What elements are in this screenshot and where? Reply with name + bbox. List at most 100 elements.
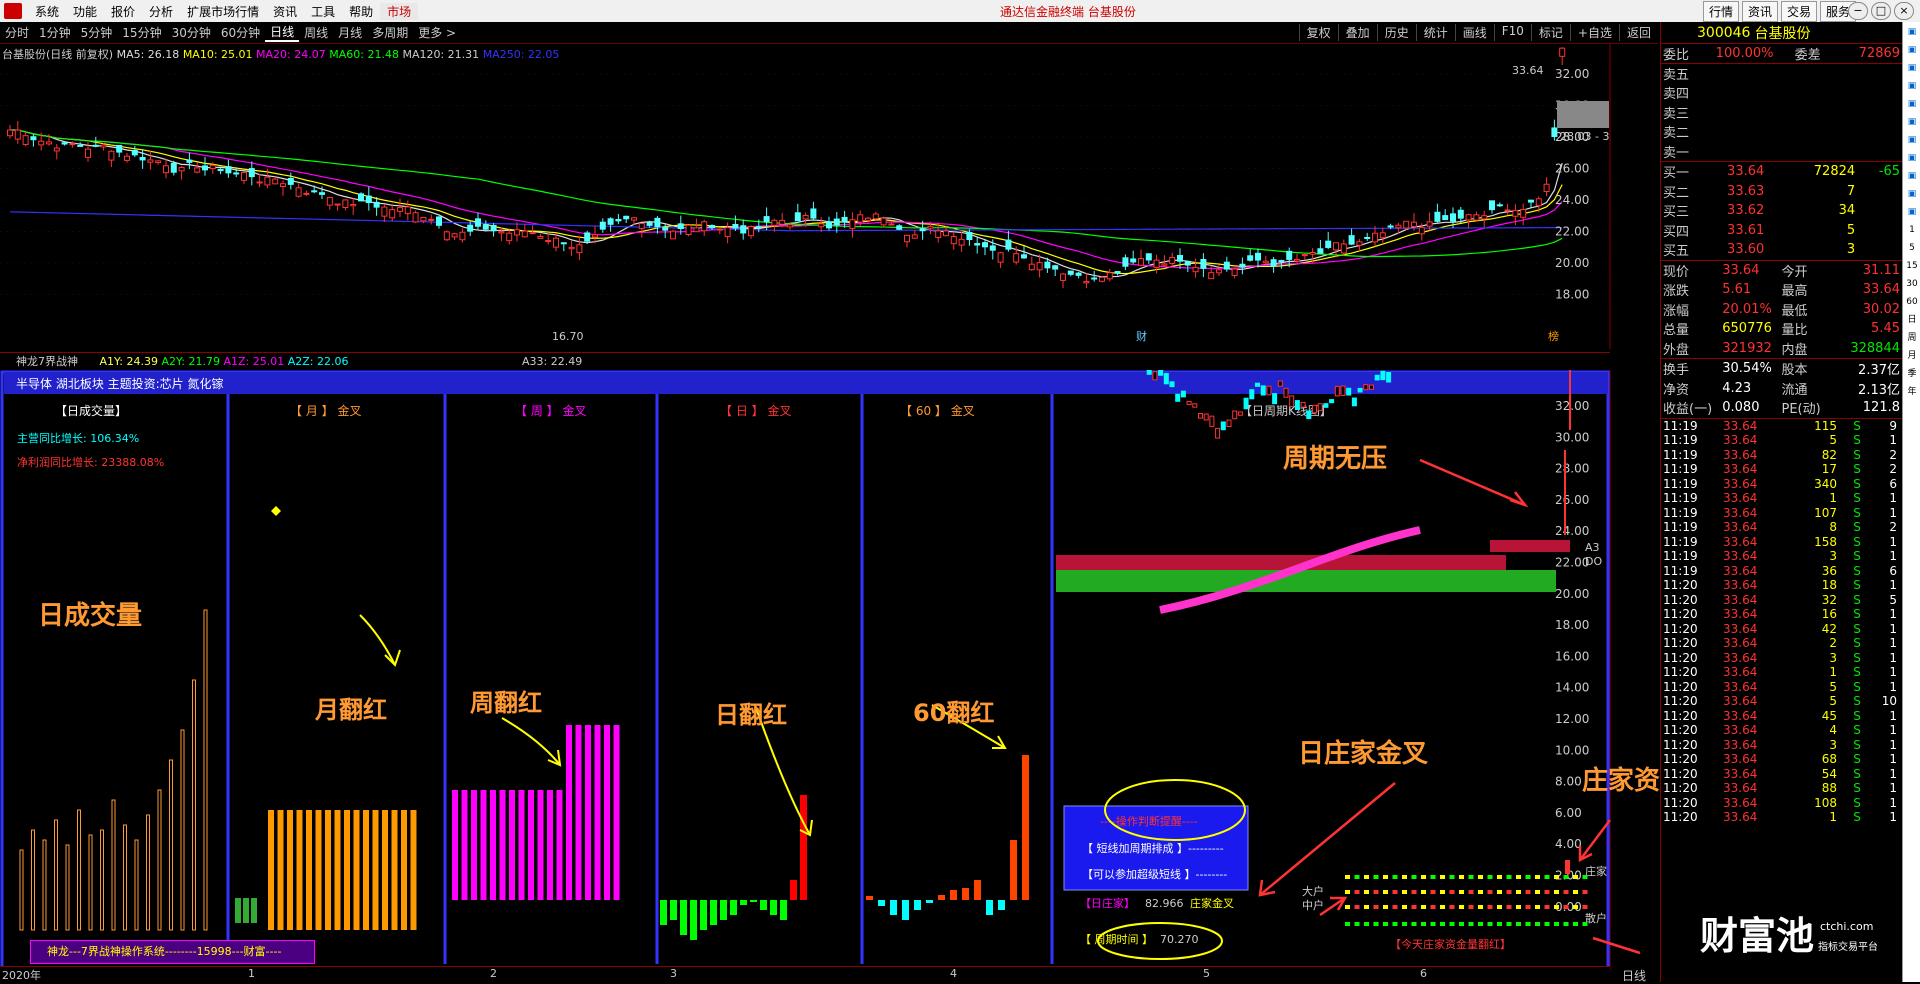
candle-body [1177,255,1183,262]
candle-body [404,206,411,215]
cai-marker: 财 [1136,329,1147,343]
candle-body [584,232,591,242]
btn-market[interactable]: 行情 [1703,1,1740,22]
sidebar-period-1[interactable]: 5 [1904,240,1920,256]
menu-help[interactable]: 帮助 [342,3,380,20]
annotation-day-banker-cross: 日庄家金叉 [1298,739,1429,769]
mini-candle [1312,404,1317,414]
minimize-icon[interactable]: − [1848,2,1868,20]
btn-trade[interactable]: 交易 [1781,1,1818,22]
sidebar-period-4[interactable]: 60 [1904,294,1920,310]
candle-body [623,215,630,220]
tool-fuquan[interactable]: 复权 [1298,24,1338,41]
ma20-label: MA20: 24.07 [256,48,326,61]
date-label-1: 1 [248,967,255,980]
period-multi[interactable]: 多周期 [367,24,413,41]
buy-label: 买三 [1663,205,1690,221]
stat2-value: 0.080 [1722,400,1760,416]
menu-market[interactable]: 市场 [380,2,419,20]
main-axis-tick: 32.00 [1555,67,1589,81]
bar-icon[interactable]: ▣ [1904,78,1920,94]
month-bar [268,810,274,930]
chart-icon[interactable]: ▣ [1904,42,1920,58]
info-icon[interactable]: ▣ [1904,168,1920,184]
month-bar [382,810,388,930]
mini-candle [1163,373,1169,385]
period-fenshi[interactable]: 分时 [0,24,34,41]
candle-body [1153,259,1160,268]
maximize-icon[interactable]: □ [1871,2,1891,20]
tick-volume: 5 [1829,679,1837,694]
tick-count: 1 [1889,621,1897,636]
tool-overlay[interactable]: 叠加 [1337,24,1377,41]
menu-tools[interactable]: 工具 [304,3,342,20]
tick-count: 2 [1889,447,1897,462]
btn-info[interactable]: 资讯 [1742,1,1779,22]
mini-candle [1277,380,1283,387]
period-15m[interactable]: 15分钟 [117,24,166,41]
tool-f10[interactable]: F10 [1493,24,1531,41]
tool-history[interactable]: 历史 [1376,24,1416,41]
candle-body [1434,211,1441,222]
tool-draw[interactable]: 画线 [1454,24,1494,41]
candle-body [1052,265,1059,270]
sidebar-period-3[interactable]: 30 [1904,276,1920,292]
candle-body [1473,214,1480,221]
period-1m[interactable]: 1分钟 [34,24,76,41]
period-day[interactable]: 日线 [265,23,300,42]
sidebar-period-8[interactable]: 季 [1904,366,1920,382]
sub-axis-tick: 4.00 [1555,837,1582,851]
mini-candle [1294,400,1300,411]
candle-body [1278,260,1285,263]
k-icon[interactable]: ▣ [1904,60,1920,76]
p1-title: 【日成交量】 [55,403,127,418]
energy-dot [1373,922,1379,926]
sidebar-period-5[interactable]: 日 [1904,312,1920,328]
sidebar-period-6[interactable]: 周 [1904,330,1920,346]
sidebar-period-2[interactable]: 15 [1904,258,1920,274]
candle-body [397,207,403,212]
ma250-label: MA250: 22.05 [482,48,560,61]
menu-function[interactable]: 功能 [66,3,104,20]
period-indicator[interactable]: 日线 [1622,967,1646,984]
stat-label2: 最低 [1781,303,1808,319]
candle-body [443,231,450,241]
tool-stats[interactable]: 统计 [1415,24,1455,41]
tool-mark[interactable]: 标记 [1530,24,1570,41]
fund-icon[interactable]: ▣ [1904,114,1920,130]
menu-extended[interactable]: 扩展市场行情 [180,3,266,20]
f10-icon[interactable]: ▣ [1904,150,1920,166]
list-icon[interactable]: ▣ [1904,96,1920,112]
tick-list[interactable]: 11:19 33.64 115 S 9 11:19 33.64 5 S 1 11:19 33.64 82… [1661,419,1902,825]
day-bar [760,900,767,910]
indicator-panel[interactable]: 半导体 湖北板块 主题投资:芯片 氮化镓 32.00 30.00 28.00 26.0… [0,370,1660,970]
period-30m[interactable]: 30分钟 [167,24,216,41]
tool-add-favorite[interactable]: +自选 [1569,24,1619,41]
period-60m[interactable]: 60分钟 [216,24,265,41]
candle-body [919,228,926,232]
rsi-icon[interactable]: ▣ [1904,186,1920,202]
period-week[interactable]: 周线 [299,24,333,41]
menu-news[interactable]: 资讯 [266,3,304,20]
candle-body [459,231,466,241]
menu-analysis[interactable]: 分析 [142,3,180,20]
period-more[interactable]: 更多 > [413,24,461,41]
sidebar-period-7[interactable]: 月 [1904,348,1920,364]
side-label-dahu: 大户 [1302,884,1324,898]
main-kline-chart[interactable]: 32.0030.0028.0026.0024.0022.0020.0018.00… [0,44,1660,349]
energy-dot [1506,905,1512,909]
news-icon[interactable]: ▣ [1904,132,1920,148]
sidebar-period-9[interactable]: 年 [1904,384,1920,400]
close-icon[interactable]: × [1894,2,1914,20]
menu-quote[interactable]: 报价 [104,3,142,20]
period-5m[interactable]: 5分钟 [76,24,118,41]
candle-body [326,196,333,206]
sidebar-period-0[interactable]: 1 [1904,222,1920,238]
candle-body [685,224,692,235]
tool-back[interactable]: 返回 [1618,24,1658,41]
up-arrow-icon[interactable]: ▣ [1904,24,1920,40]
period-month[interactable]: 月线 [333,24,367,41]
pen-icon[interactable]: ▣ [1904,204,1920,220]
menu-system[interactable]: 系统 [28,3,66,20]
mini-candle [1203,413,1209,421]
